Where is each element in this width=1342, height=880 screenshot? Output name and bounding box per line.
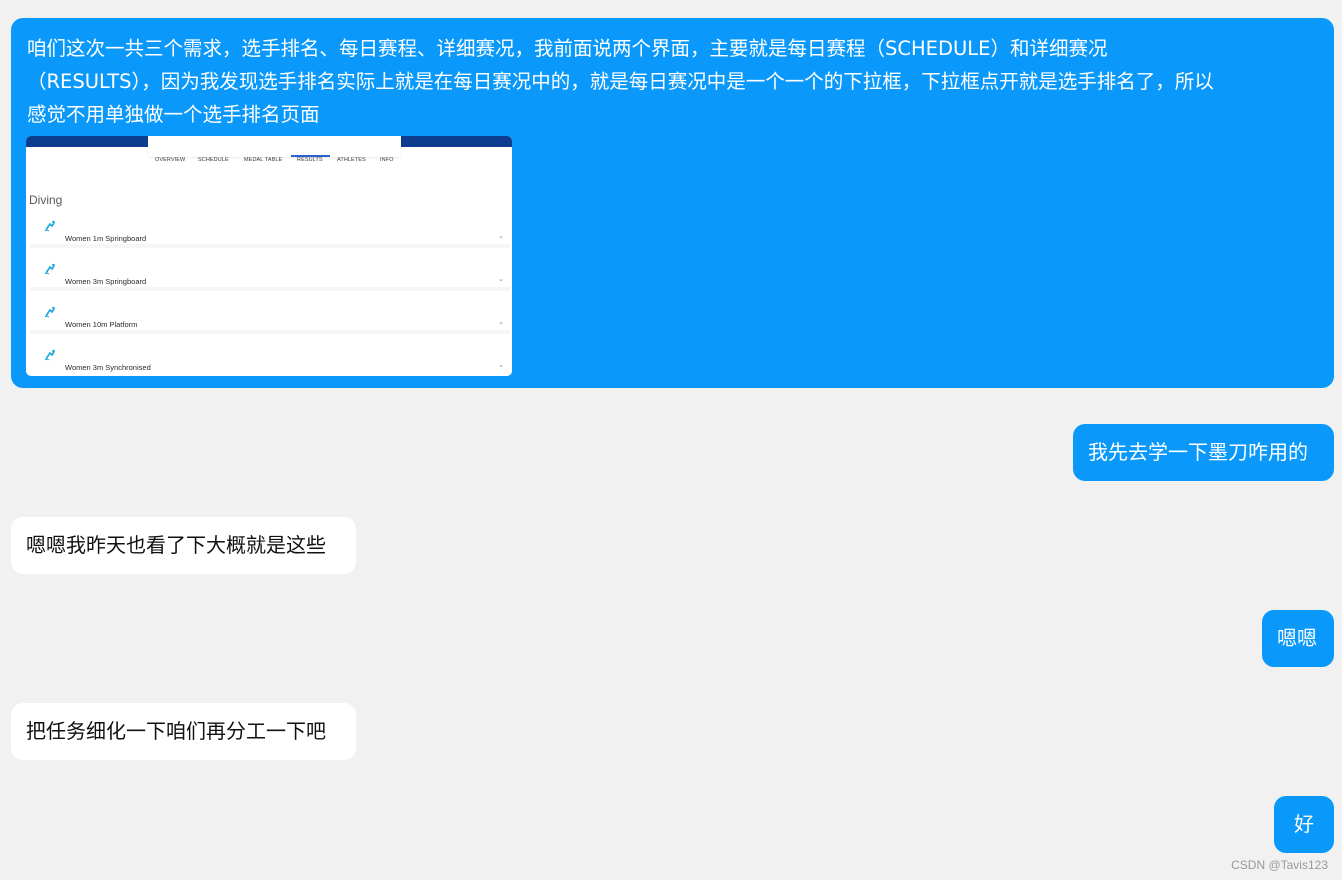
chat-message-outgoing: 好 [1274,796,1334,853]
message-text: 嗯嗯我昨天也看了下大概就是这些 [26,533,326,557]
tab-schedule: SCHEDULE [198,157,229,163]
chat-message-outgoing: 我先去学一下墨刀咋用的 [1073,424,1334,481]
message-text-line: 感觉不用单独做一个选手排名页面 [27,103,320,126]
message-text-line: （RESULTS），因为我发现选手排名实际上就是在每日赛况中的，就是每日赛况中是… [27,70,1214,93]
message-text: 好 [1294,812,1314,836]
embedded-screenshot[interactable]: OVERVIEW SCHEDULE MEDAL TABLE RESULTS AT… [26,136,512,376]
diving-icon [44,263,55,275]
event-row: Women 3m Synchronised ⌄ [30,337,510,373]
tab-athletes: ATHLETES [337,157,366,163]
message-text: 把任务细化一下咱们再分工一下吧 [26,719,326,743]
event-row: Women 3m Springboard ⌄ [30,251,510,291]
diving-icon [44,220,55,232]
screenshot-tab-bar: OVERVIEW SCHEDULE MEDAL TABLE RESULTS AT… [148,136,401,163]
tab-info: INFO [380,157,394,163]
event-label: Women 3m Synchronised [65,363,151,372]
chevron-down-icon: ⌄ [498,275,504,283]
tab-overview: OVERVIEW [155,157,186,163]
message-text: 我先去学一下墨刀咋用的 [1088,440,1308,464]
event-row: Women 1m Springboard ⌄ [30,208,510,248]
tab-medal-table: MEDAL TABLE [244,157,283,163]
diving-icon [44,349,55,361]
watermark: CSDN @Tavis123 [1231,858,1328,872]
diving-icon [44,306,55,318]
event-row: Women 10m Platform ⌄ [30,294,510,334]
chat-message-outgoing: 嗯嗯 [1262,610,1334,667]
active-tab-indicator [291,155,330,157]
chat-message-incoming: 把任务细化一下咱们再分工一下吧 [11,703,356,760]
chevron-down-icon: ⌄ [498,361,504,369]
chat-message-incoming: 嗯嗯我昨天也看了下大概就是这些 [11,517,356,574]
chevron-down-icon: ⌄ [498,318,504,326]
chevron-down-icon: ⌄ [498,232,504,240]
message-text-line: 咱们这次一共三个需求，选手排名、每日赛程、详细赛况，我前面说两个界面，主要就是每… [27,37,1108,60]
tab-results: RESULTS [297,157,323,163]
message-text: 嗯嗯 [1277,626,1317,650]
chat-message-outgoing: 咱们这次一共三个需求，选手排名、每日赛程、详细赛况，我前面说两个界面，主要就是每… [11,18,1334,388]
